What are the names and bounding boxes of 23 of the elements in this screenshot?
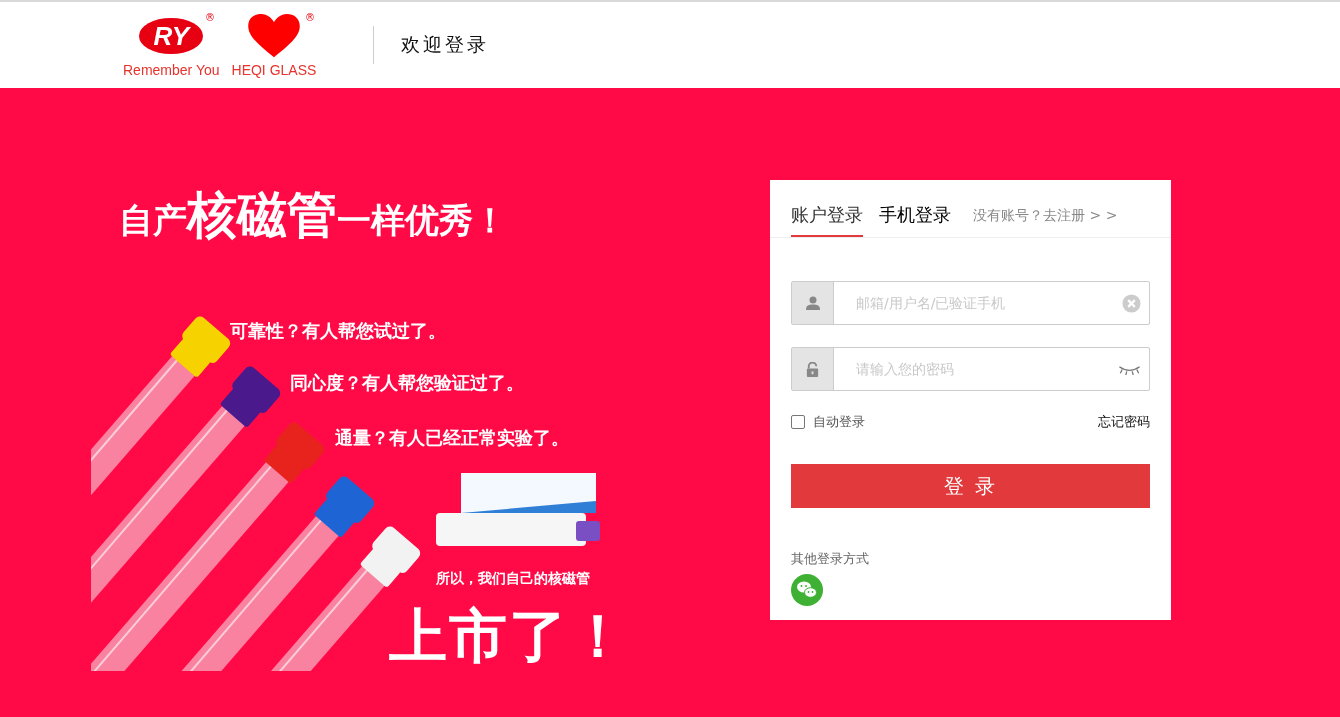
auto-login-label: 自动登录 (813, 413, 865, 431)
registered-mark: ® (304, 12, 315, 24)
registered-mark: ® (205, 12, 216, 24)
login-tab[interactable]: 账户登录 (791, 203, 863, 237)
user-icon (792, 282, 834, 324)
lock-icon (792, 348, 834, 390)
page-title: 欢迎登录 (401, 32, 490, 57)
forgot-password-link[interactable]: 忘记密码 (1098, 413, 1150, 431)
logo-mark: RY (139, 18, 204, 54)
banner-headline: 自产核磁管一样优秀！ (119, 185, 507, 246)
chat-bubbles-icon[interactable] (791, 574, 823, 606)
other-login-label: 其他登录方式 (791, 550, 870, 568)
banner-claim: 通量？有人已经正常实验了。 (335, 426, 569, 450)
banner-claim: 同心度？有人帮您验证过了。 (290, 371, 524, 395)
brand-name: HEQI GLASS (231, 62, 317, 78)
login-tab[interactable]: 手机登录 (879, 203, 951, 237)
banner-claim: 可靠性？有人帮您试过了。 (230, 319, 446, 343)
register-link[interactable]: 没有账号？去注册 > > (973, 207, 1118, 237)
banner-slogan: 上市了！ (389, 601, 610, 671)
banner-subline: 所以，我们自己的核磁管 (436, 570, 590, 588)
logo-tagline: Remember You (123, 62, 220, 78)
login-button[interactable]: 登 录 (791, 464, 1150, 508)
auto-login-checkbox[interactable] (791, 415, 805, 429)
